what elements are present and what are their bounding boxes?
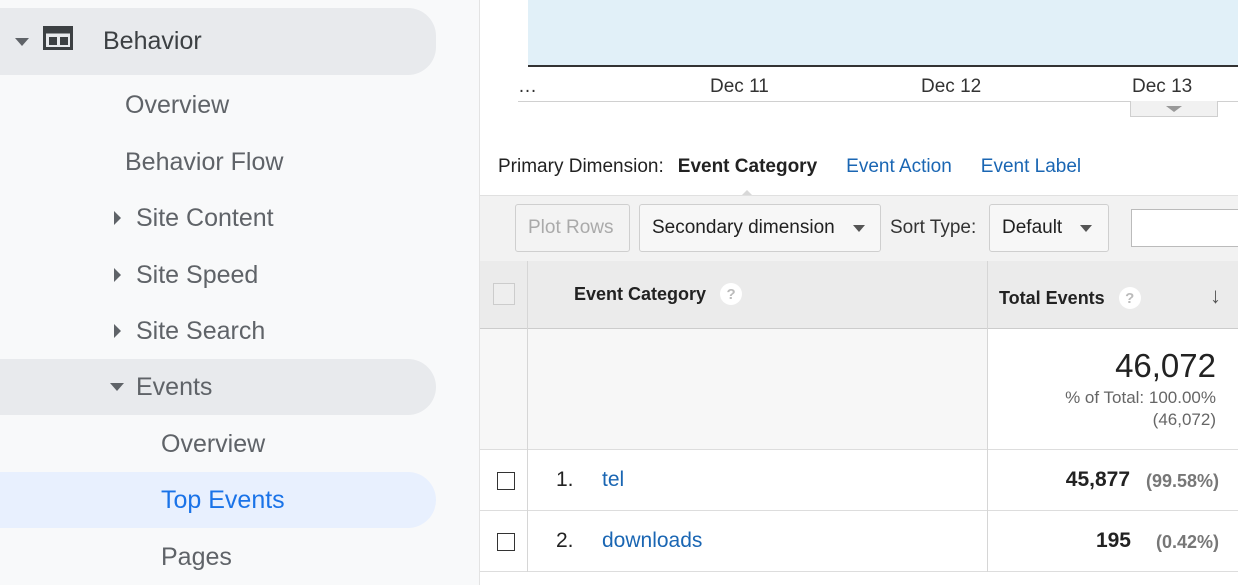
sidebar-item-label: Overview [161,429,266,458]
chevron-down-icon [1166,105,1182,112]
totals-cell: 46,072 % of Total: 100.00% (46,072) [988,329,1238,449]
timeline-chart-area [528,0,1238,67]
sidebar-item-label: Top Events [161,485,285,514]
table-row: 2. downloads 195 (0.42%) [480,511,1238,572]
sort-type-value: Default [1002,217,1063,238]
row-total-pct: (0.42%) [1155,532,1219,552]
table-header-row: Event Category ? Total Events ? ↓ [480,261,1238,329]
expand-caret-icon [114,324,121,338]
x-axis-tick: … [518,76,537,97]
sidebar-item-label: Site Content [136,203,274,232]
column-divider [527,261,528,572]
table-row: 1. tel 45,877 (99.58%) [480,450,1238,511]
dimension-active-label: Event Category [677,156,818,177]
x-axis-tick: Dec 13 [1132,76,1193,97]
sidebar-item-behavior-flow[interactable]: Behavior Flow [125,134,283,190]
primary-dimension-label: Primary Dimension: [498,156,664,177]
sidebar-nav: Behavior Overview Behavior Flow Site Con… [0,0,480,585]
sidebar-item-top-events[interactable]: Top Events [0,472,436,528]
collapse-caret-icon [110,383,124,391]
sidebar-item-pages[interactable]: Pages [161,529,232,585]
report-main: … Dec 11 Dec 12 Dec 13 Primary Dimension… [480,0,1238,585]
sidebar-item-label: Pages [161,542,232,571]
sidebar-section-behavior[interactable]: Behavior [0,8,436,75]
x-axis-tick: Dec 12 [921,76,982,97]
expand-caret-icon [114,268,121,282]
sidebar-item-events[interactable]: Events [0,359,436,415]
sidebar-section-label: Behavior [103,27,202,55]
help-icon[interactable]: ? [720,283,743,305]
primary-dimension-bar: Primary Dimension: Event Category Event … [498,156,1081,198]
row-number: 1. [556,468,574,491]
chart-expand-button[interactable] [1130,101,1218,117]
sort-descending-icon[interactable]: ↓ [1210,283,1221,309]
column-header-total-events[interactable]: Total Events ? [999,287,1141,309]
table-toolbar: Plot Rows Secondary dimension Sort Type:… [480,195,1238,262]
sidebar-item-site-content[interactable]: Site Content [114,190,274,246]
secondary-dimension-select[interactable]: Secondary dimension [639,204,881,252]
total-events-value: 46,072 [1115,347,1216,384]
select-all-checkbox[interactable] [493,283,515,305]
sidebar-item-label: Behavior Flow [125,147,284,176]
row-total-pct: (99.58%) [1145,471,1219,491]
dimension-event-label[interactable]: Event Label [981,156,1081,178]
sidebar-item-label: Overview [125,90,230,119]
sidebar-item-label: Site Search [136,316,266,345]
x-axis-tick: Dec 11 [710,76,769,97]
totals-row: 46,072 % of Total: 100.00% (46,072) [480,329,1238,450]
plot-rows-button[interactable]: Plot Rows [515,204,630,252]
row-category-link[interactable]: tel [602,468,624,492]
plot-rows-label: Plot Rows [528,217,614,238]
sidebar-item-site-speed[interactable]: Site Speed [114,247,258,303]
sidebar-item-site-search[interactable]: Site Search [114,303,265,359]
sort-type-label: Sort Type: [890,217,977,238]
row-total-value: 45,877 [1065,468,1130,491]
total-abs-line: (46,072) [1152,410,1216,429]
sidebar-item-events-overview[interactable]: Overview [161,416,265,472]
total-percentage: % of Total: 100.00% (46,072) [1065,387,1216,431]
total-pct-line: % of Total: 100.00% [1065,388,1216,407]
expand-caret-icon [15,37,29,46]
row-number: 2. [556,529,574,552]
sidebar-item-label: Events [136,372,213,401]
sidebar-item-overview[interactable]: Overview [125,77,229,133]
dropdown-arrow-icon [852,224,865,232]
secondary-dimension-label: Secondary dimension [652,217,835,238]
table-search-input[interactable] [1131,209,1238,247]
expand-caret-icon [114,211,121,225]
sidebar-item-label: Site Speed [136,260,259,289]
dimension-event-action[interactable]: Event Action [846,156,952,178]
column-divider [987,261,988,572]
sort-type-select[interactable]: Default [989,204,1109,252]
behavior-icon [43,26,73,57]
column-header-label: Event Category [574,283,707,304]
dropdown-arrow-icon [1080,224,1093,232]
column-header-event-category[interactable]: Event Category ? [574,283,743,305]
dimension-event-category[interactable]: Event Category [677,156,818,198]
column-header-label: Total Events [999,287,1105,308]
row-category-link[interactable]: downloads [602,529,702,553]
help-icon[interactable]: ? [1118,287,1141,309]
row-checkbox[interactable] [497,533,515,551]
row-total-value: 195 [1095,529,1131,552]
row-checkbox[interactable] [497,472,515,490]
